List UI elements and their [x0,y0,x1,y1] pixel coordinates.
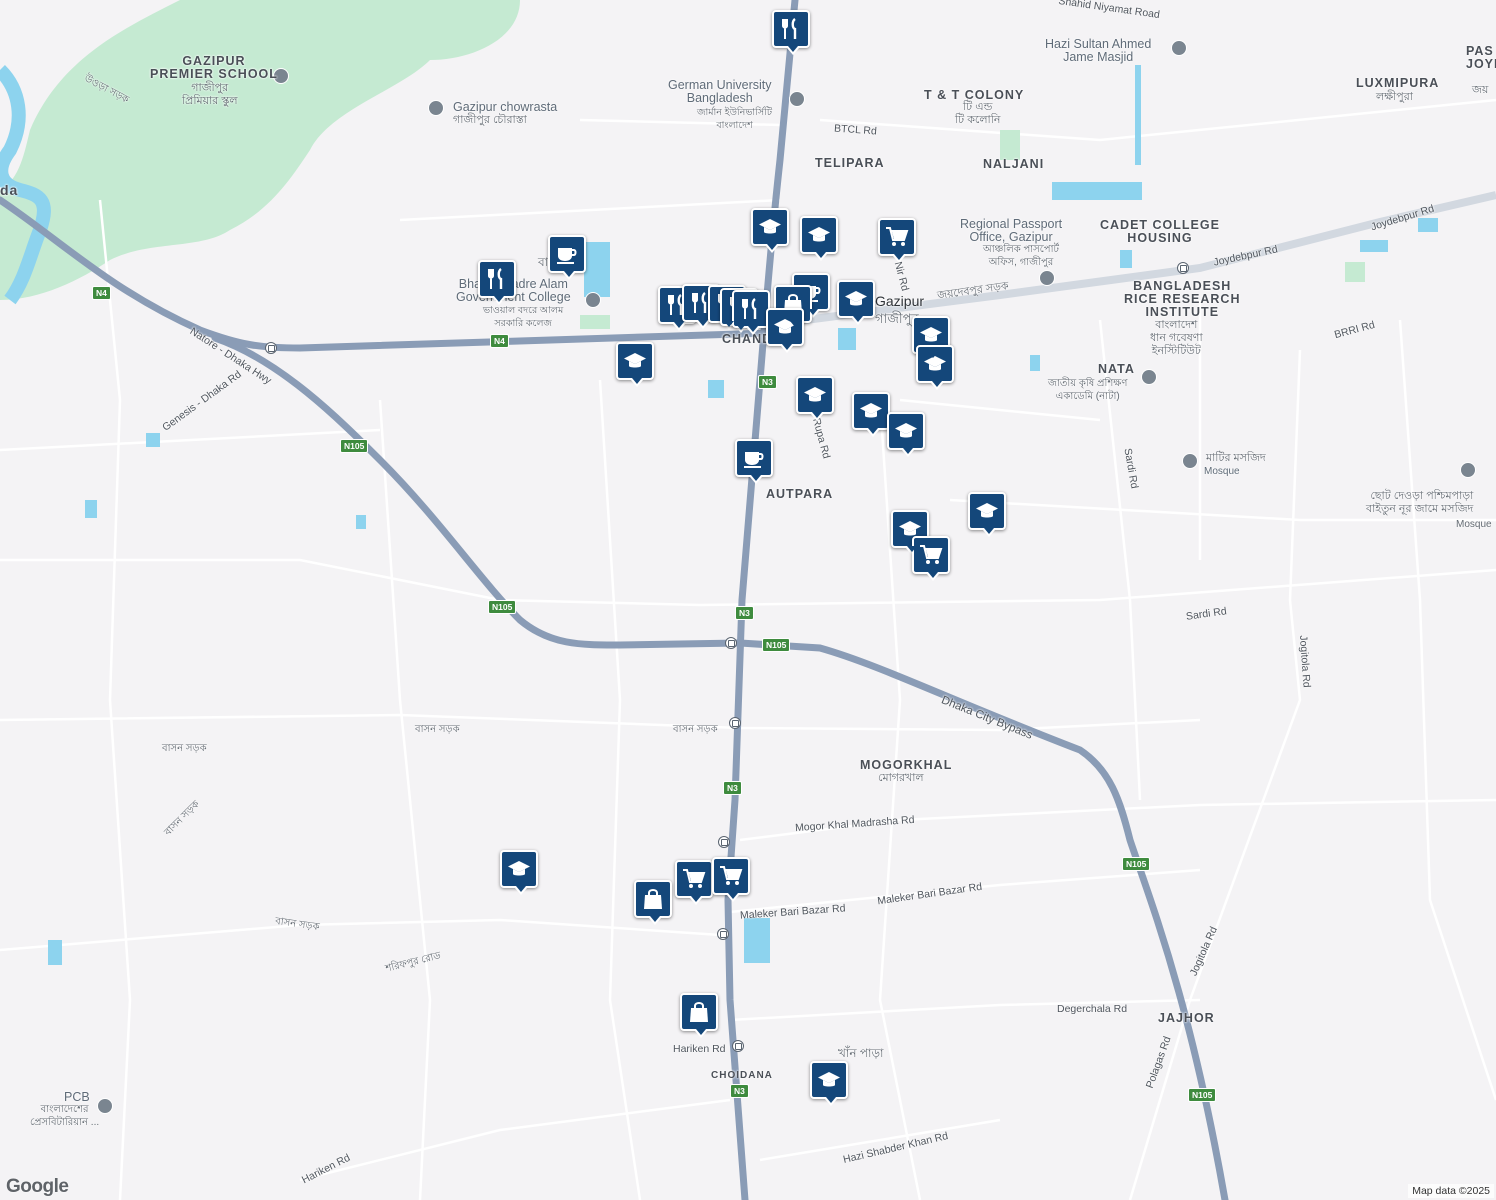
restaurant-marker-icon[interactable] [732,290,770,335]
bangla-label: বাংলাদেশের প্রেসবিটারিয়ান ... [30,1104,100,1128]
route-shield: N105 [762,638,791,652]
bangla-label: লক্ষীপুরা [1376,91,1413,103]
poi-label: German University Bangladesh [668,78,772,105]
route-shield: N3 [723,781,742,795]
college-poi-icon[interactable] [585,292,601,308]
map-attribution[interactable]: Map data ©2025 [1408,1184,1494,1198]
school-marker-icon[interactable] [766,308,804,353]
bangla-label: ভাওয়াল বদরে আলম সরকারি কলেজ [483,305,564,329]
university-poi-icon[interactable] [789,91,805,107]
school-marker-icon[interactable] [800,216,838,261]
area-label: LUXMIPURA [1356,76,1440,90]
area-label: TELIPARA [815,156,885,170]
route-shield: N105 [340,439,369,453]
shopping-cart-marker-icon[interactable] [912,536,950,581]
cafe-marker-icon[interactable] [548,235,586,280]
school-poi-icon[interactable] [428,100,444,116]
bangla-label: জার্মান ইউনিভার্সিটি বাংলাদেশ [697,107,773,131]
poi-label: Hazi Sultan Ahmed Jame Masjid [1045,37,1152,64]
map-base-layer [0,0,1496,1200]
minor-roads [0,98,1496,1200]
school-marker-icon[interactable] [852,392,890,437]
route-shield: N105 [488,600,517,614]
bangla-label: খাঁন পাড়া [838,1046,884,1060]
route-shield: N3 [730,1084,749,1098]
poi-label: Mosque [1204,466,1240,477]
bangla-label: বাসন সড়ক [162,743,207,754]
restaurant-marker-icon[interactable] [478,260,516,305]
area-label: PASJOYD [1466,44,1496,71]
route-shield: N3 [758,375,777,389]
bangla-label: আঞ্চলিক পাসপোর্ট অফিস, গাজীপুর [983,244,1059,268]
bangla-label: Mosque [1456,519,1492,530]
bangla-label: বাসন সড়ক [673,724,718,735]
bus-stop-icon[interactable] [725,637,737,649]
bangla-label: জয় [1472,84,1489,96]
bus-stop-icon[interactable] [1177,262,1189,274]
bus-stop-icon[interactable] [265,342,277,354]
church-poi-icon[interactable] [97,1098,113,1114]
school-marker-icon[interactable] [751,208,789,253]
school-marker-icon[interactable] [837,280,875,325]
museum-poi-icon[interactable] [1141,369,1157,385]
route-shield: N105 [1188,1088,1217,1102]
restaurant-marker-icon[interactable] [772,10,810,55]
mosque-poi-icon[interactable] [1460,462,1476,478]
government-poi-icon[interactable] [1039,270,1055,286]
bus-stop-icon[interactable] [717,928,729,940]
shopping-cart-marker-icon[interactable] [878,218,916,263]
school-marker-icon[interactable] [810,1061,848,1106]
school-marker-icon[interactable] [916,345,954,390]
area-label: da [0,182,19,198]
area-label: JAJHOR [1158,1011,1215,1025]
area-label: NATA [1098,362,1135,376]
school-marker-icon[interactable] [968,492,1006,537]
shopping-cart-marker-icon[interactable] [712,857,750,902]
shopping-cart-marker-icon[interactable] [675,860,713,905]
shopping-bag-marker-icon[interactable] [634,880,672,925]
bus-stop-icon[interactable] [729,717,741,729]
mosque-poi-icon[interactable] [1182,453,1198,469]
shopping-bag-marker-icon[interactable] [680,993,718,1038]
bangla-label: বাসন সড়ক [415,724,460,735]
bangla-label: বাংলাদেশ ধান গবেষণা ইনস্টিটিউট [1150,319,1203,357]
school-marker-icon[interactable] [616,342,654,387]
mosque-poi-icon[interactable] [1171,40,1187,56]
map-canvas[interactable]: N4 N4 N3 N105 N105 N3 N105 N3 N105 N3 N1… [0,0,1496,1200]
route-shield: N105 [1122,857,1151,871]
bangla-label: গাজীপুর চৌরাস্তা [453,114,527,126]
city-label: Gazipur [875,293,925,309]
google-logo: Google [6,1176,69,1197]
bangla-label: মোগরখাল [878,772,924,784]
area-label: NALJANI [983,157,1045,171]
road-label: Degerchala Rd [1057,1003,1128,1015]
bus-stop-icon[interactable] [732,1040,744,1052]
bangla-label: টি এন্ড টি কলোনি [955,101,1001,126]
road-label: Hariken Rd [673,1043,726,1055]
route-shield: N4 [490,334,509,348]
area-label: CHOIDANA [711,1070,773,1081]
area-label: BANGLADESH RICE RESEARCH INSTITUTE [1124,279,1241,319]
route-shield: N3 [735,606,754,620]
school-marker-icon[interactable] [796,376,834,421]
school-marker-icon[interactable] [887,412,925,457]
bangla-label: জাতীয় কৃষি প্রশিক্ষণ একাডেমি (নাটা) [1048,378,1128,402]
poi-label: Regional Passport Office, Gazipur [960,217,1063,244]
area-label: CADET COLLEGE HOUSING [1100,218,1220,245]
poi-label: Gazipur chowrasta [453,100,558,114]
cafe-marker-icon[interactable] [735,439,773,484]
bangla-label: ছোট দেওড়া পশ্চিমপাড়া বাইতুন নূর জামে মস… [1366,490,1474,515]
bangla-label: গাজীপুর প্রিমিয়ার স্কুল [182,82,238,107]
bus-stop-icon[interactable] [718,836,730,848]
area-label: GAZIPUR PREMIER SCHOOL [150,54,278,81]
route-shield: N4 [92,286,111,300]
area-label: AUTPARA [766,487,834,501]
area-label: MOGORKHAL [860,758,953,772]
bangla-label: মাটির মসজিদ [1206,452,1266,464]
school-marker-icon[interactable] [500,850,538,895]
